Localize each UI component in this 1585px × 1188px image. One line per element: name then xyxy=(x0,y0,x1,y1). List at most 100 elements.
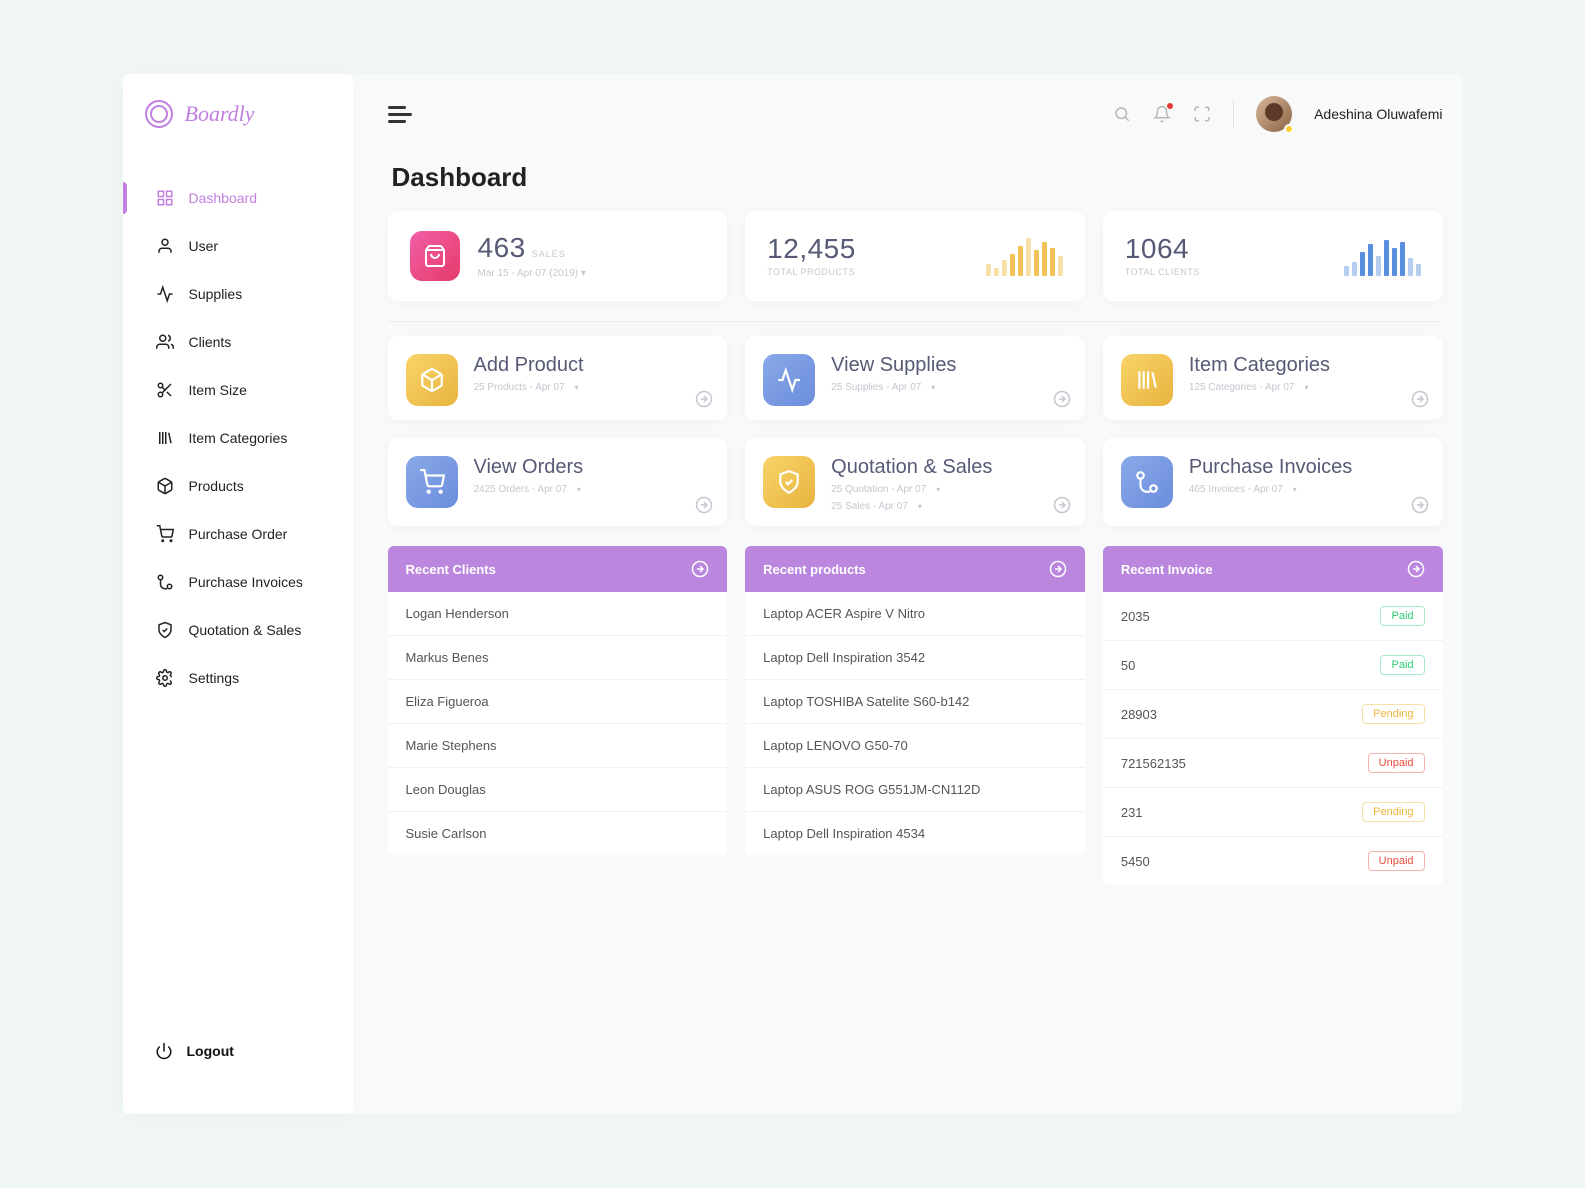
arrow-right-icon[interactable] xyxy=(1049,560,1067,578)
list-item[interactable]: Markus Benes xyxy=(388,636,728,680)
status-badge: Unpaid xyxy=(1368,851,1425,871)
stat-products[interactable]: 12,455 TOTAL PRODUCTS xyxy=(745,211,1085,301)
list-item[interactable]: Leon Douglas xyxy=(388,768,728,812)
logout-button[interactable]: Logout xyxy=(123,1028,353,1074)
arrow-right-icon[interactable] xyxy=(691,560,709,578)
recent-products-title: Recent products xyxy=(763,562,866,577)
sidebar-item-user[interactable]: User xyxy=(123,222,353,270)
quick-view-orders[interactable]: View Orders2425 Orders - Apr 07▾ xyxy=(388,438,728,526)
caret-icon[interactable]: ▾ xyxy=(581,268,586,279)
arrow-right-icon[interactable] xyxy=(695,496,713,514)
logo-icon xyxy=(145,100,173,128)
sidebar-item-purchase-order[interactable]: Purchase Order xyxy=(123,510,353,558)
products-chart xyxy=(986,236,1063,276)
invoice-id: 721562135 xyxy=(1121,756,1186,771)
sidebar-item-label: Purchase Invoices xyxy=(189,574,303,590)
list-item[interactable]: Laptop Dell Inspiration 4534 xyxy=(745,812,1085,855)
search-icon[interactable] xyxy=(1113,105,1131,123)
quick-title: Quotation & Sales xyxy=(831,456,992,478)
quick-row: Add Product25 Products - Apr 07▾View Sup… xyxy=(388,336,1443,420)
gear-icon xyxy=(155,668,175,688)
box-icon xyxy=(406,354,458,406)
list-item[interactable]: Laptop ACER Aspire V Nitro xyxy=(745,592,1085,636)
sidebar-item-quotation-sales[interactable]: Quotation & Sales xyxy=(123,606,353,654)
sidebar-item-clients[interactable]: Clients xyxy=(123,318,353,366)
caret-icon[interactable]: ▾ xyxy=(931,383,935,392)
stat-row: 463SALES Mar 15 - Apr 07 (2019) ▾ 12,455… xyxy=(388,211,1443,301)
stat-sales[interactable]: 463SALES Mar 15 - Apr 07 (2019) ▾ xyxy=(388,211,728,301)
arrow-right-icon[interactable] xyxy=(1407,560,1425,578)
clients-value: 1064 xyxy=(1125,235,1200,263)
topbar: Adeshina Oluwafemi xyxy=(388,74,1443,154)
list-item[interactable]: 50Paid xyxy=(1103,641,1443,690)
bell-icon[interactable] xyxy=(1153,105,1171,123)
arrow-right-icon[interactable] xyxy=(695,390,713,408)
caret-icon[interactable]: ▾ xyxy=(1304,383,1308,392)
sidebar-item-supplies[interactable]: Supplies xyxy=(123,270,353,318)
list-item[interactable]: Susie Carlson xyxy=(388,812,728,855)
list-item[interactable]: 2035Paid xyxy=(1103,592,1443,641)
list-item[interactable]: Laptop Dell Inspiration 3542 xyxy=(745,636,1085,680)
sidebar-item-label: Supplies xyxy=(189,286,243,302)
recent-products-header[interactable]: Recent products xyxy=(745,546,1085,592)
list-item[interactable]: 721562135Unpaid xyxy=(1103,739,1443,788)
logo[interactable]: Boardly xyxy=(123,74,353,154)
menu-toggle[interactable] xyxy=(388,106,412,123)
recent-clients-header[interactable]: Recent Clients xyxy=(388,546,728,592)
page-title: Dashboard xyxy=(392,162,1443,193)
arrow-right-icon[interactable] xyxy=(1411,496,1429,514)
recent-invoices-list: 2035Paid50Paid28903Pending721562135Unpai… xyxy=(1103,592,1443,885)
list-item[interactable]: Logan Henderson xyxy=(388,592,728,636)
caret-icon[interactable]: ▾ xyxy=(936,485,940,494)
arrow-right-icon[interactable] xyxy=(1053,390,1071,408)
quick-item-categories[interactable]: Item Categories 125 Categories - Apr 07 ▾ xyxy=(1103,336,1443,420)
sidebar-item-dashboard[interactable]: Dashboard xyxy=(123,174,353,222)
sidebar-item-label: Item Size xyxy=(189,382,247,398)
recent-invoices-header[interactable]: Recent Invoice xyxy=(1103,546,1443,592)
sidebar-item-label: Clients xyxy=(189,334,232,350)
avatar[interactable] xyxy=(1256,96,1292,132)
stat-clients[interactable]: 1064 TOTAL CLIENTS xyxy=(1103,211,1443,301)
caret-icon[interactable]: ▾ xyxy=(1293,485,1297,494)
sidebar-item-label: Item Categories xyxy=(189,430,288,446)
quick-quotation-sales[interactable]: Quotation & Sales25 Quotation - Apr 07▾2… xyxy=(745,438,1085,526)
recent-products-list: Laptop ACER Aspire V NitroLaptop Dell In… xyxy=(745,592,1085,855)
list-item[interactable]: Laptop ASUS ROG G551JM-CN112D xyxy=(745,768,1085,812)
activity-icon xyxy=(155,284,175,304)
status-badge: Paid xyxy=(1380,606,1424,626)
sidebar-item-item-size[interactable]: Item Size xyxy=(123,366,353,414)
arrow-right-icon[interactable] xyxy=(1411,390,1429,408)
recent-invoices: Recent Invoice 2035Paid50Paid28903Pendin… xyxy=(1103,546,1443,885)
box-icon xyxy=(155,476,175,496)
sidebar-item-purchase-invoices[interactable]: Purchase Invoices xyxy=(123,558,353,606)
fullscreen-icon[interactable] xyxy=(1193,105,1211,123)
recent-invoices-title: Recent Invoice xyxy=(1121,562,1213,577)
cart-icon xyxy=(155,524,175,544)
arrow-right-icon[interactable] xyxy=(1053,496,1071,514)
sidebar-item-label: Settings xyxy=(189,670,240,686)
list-item[interactable]: 231Pending xyxy=(1103,788,1443,837)
list-item[interactable]: Laptop TOSHIBA Satelite S60-b142 xyxy=(745,680,1085,724)
list-item[interactable]: 28903Pending xyxy=(1103,690,1443,739)
quick-view-supplies[interactable]: View Supplies25 Supplies - Apr 07▾ xyxy=(745,336,1085,420)
sidebar-item-settings[interactable]: Settings xyxy=(123,654,353,702)
divider xyxy=(1233,100,1234,128)
user-icon xyxy=(155,236,175,256)
quick-add-product[interactable]: Add Product25 Products - Apr 07▾ xyxy=(388,336,728,420)
list-item[interactable]: Eliza Figueroa xyxy=(388,680,728,724)
quick-sub: 125 Categories - Apr 07 xyxy=(1189,382,1295,393)
quick-title: Item Categories xyxy=(1189,354,1330,376)
quick-purchase-invoices[interactable]: Purchase Invoices465 Invoices - Apr 07▾ xyxy=(1103,438,1443,526)
list-item[interactable]: Laptop LENOVO G50-70 xyxy=(745,724,1085,768)
caret-icon[interactable]: ▾ xyxy=(577,485,581,494)
books-icon xyxy=(155,428,175,448)
list-item[interactable]: 5450Unpaid xyxy=(1103,837,1443,885)
sidebar-item-item-categories[interactable]: Item Categories xyxy=(123,414,353,462)
list-item[interactable]: Marie Stephens xyxy=(388,724,728,768)
quick-sub: 25 Quotation - Apr 07 xyxy=(831,484,926,495)
recent-clients-title: Recent Clients xyxy=(406,562,496,577)
status-badge: Paid xyxy=(1380,655,1424,675)
sidebar-item-products[interactable]: Products xyxy=(123,462,353,510)
shield-icon xyxy=(155,620,175,640)
caret-icon[interactable]: ▾ xyxy=(575,383,579,392)
